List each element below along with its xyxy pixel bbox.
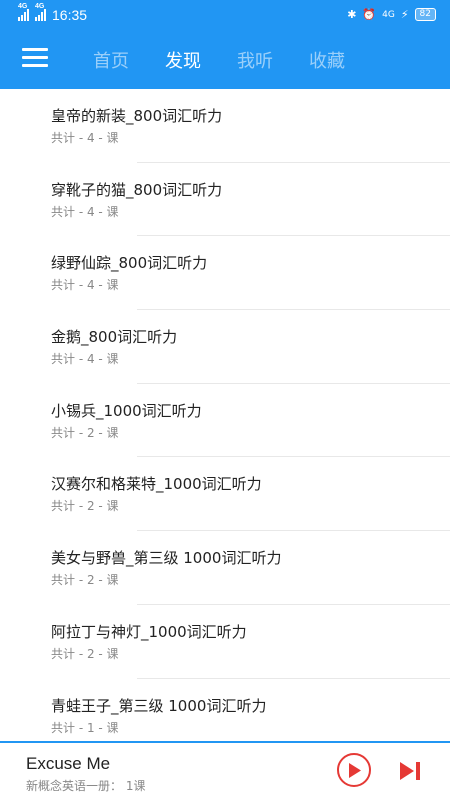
play-button[interactable] bbox=[337, 753, 371, 787]
play-icon bbox=[349, 763, 361, 778]
list-item[interactable]: 金鹅_800词汇听力 共计 - 4 - 课 bbox=[0, 310, 450, 384]
list-item[interactable]: 青蛙王子_第三级 1000词汇听力 共计 - 1 - 课 bbox=[0, 679, 450, 742]
item-title: 皇帝的新装_800词汇听力 bbox=[51, 107, 223, 125]
item-lesson-count: 共计 - 4 - 课 bbox=[51, 352, 119, 367]
nav-tabs: 首页 发现 我听 收藏 bbox=[93, 47, 345, 73]
item-lesson-count: 共计 - 2 - 课 bbox=[51, 646, 119, 661]
list-item[interactable]: 皇帝的新装_800词汇听力 共计 - 4 - 课 bbox=[0, 89, 450, 163]
menu-icon[interactable] bbox=[22, 48, 48, 68]
list-item[interactable]: 绿野仙踪_800词汇听力 共计 - 4 - 课 bbox=[0, 236, 450, 311]
item-title: 绿野仙踪_800词汇听力 bbox=[51, 254, 208, 273]
tab-discover[interactable]: 发现 bbox=[165, 47, 201, 73]
bluetooth-icon: ✱ bbox=[347, 8, 357, 21]
status-right: ✱ ⏰ 4G ⚡ 82 bbox=[347, 8, 436, 21]
item-title: 青蛙王子_第三级 1000词汇听力 bbox=[51, 696, 267, 715]
tab-home[interactable]: 首页 bbox=[93, 47, 129, 73]
status-bar: 4G 4G 16:35 ✱ ⏰ 4G ⚡ 82 bbox=[0, 0, 450, 30]
network-type-label: 4G bbox=[18, 3, 28, 10]
item-lesson-count: 共计 - 4 - 课 bbox=[51, 131, 119, 145]
tab-my-listening[interactable]: 我听 bbox=[237, 47, 273, 73]
item-lesson-count: 共计 - 4 - 课 bbox=[51, 278, 119, 293]
network-type-label: 4G bbox=[382, 9, 395, 20]
item-lesson-count: 共计 - 2 - 课 bbox=[51, 425, 119, 440]
item-lesson-count: 共计 - 1 - 课 bbox=[51, 720, 119, 735]
now-playing-title: Excuse Me bbox=[26, 754, 111, 773]
item-lesson-count: 共计 - 4 - 课 bbox=[51, 204, 119, 219]
item-title: 阿拉丁与神灯_1000词汇听力 bbox=[51, 622, 247, 641]
item-title: 穿靴子的猫_800词汇听力 bbox=[51, 180, 223, 199]
item-lesson-count: 共计 - 2 - 课 bbox=[51, 499, 119, 514]
item-title: 金鹅_800词汇听力 bbox=[51, 328, 178, 347]
tab-favorites[interactable]: 收藏 bbox=[309, 47, 345, 73]
next-button[interactable] bbox=[400, 761, 422, 781]
list-item[interactable]: 汉赛尔和格莱特_1000词汇听力 共计 - 2 - 课 bbox=[0, 457, 450, 532]
battery-icon: 82 bbox=[414, 8, 436, 21]
now-playing-meta: 新概念英语一册： 1课 bbox=[26, 779, 146, 793]
app-header: 4G 4G 16:35 ✱ ⏰ 4G ⚡ 82 首页 发现 我听 收藏 bbox=[0, 0, 450, 89]
item-title: 小锡兵_1000词汇听力 bbox=[51, 401, 202, 420]
status-left: 4G 4G 16:35 bbox=[18, 3, 88, 23]
course-list: 皇帝的新装_800词汇听力 共计 - 4 - 课 穿靴子的猫_800词汇听力 共… bbox=[0, 89, 450, 741]
skip-next-icon bbox=[400, 762, 420, 780]
item-lesson-count: 共计 - 2 - 课 bbox=[51, 573, 119, 588]
signal-icon: 4G bbox=[18, 3, 29, 21]
list-item[interactable]: 穿靴子的猫_800词汇听力 共计 - 4 - 课 bbox=[0, 163, 450, 237]
list-item[interactable]: 小锡兵_1000词汇听力 共计 - 2 - 课 bbox=[0, 384, 450, 458]
list-item[interactable]: 美女与野兽_第三级 1000词汇听力 共计 - 2 - 课 bbox=[0, 531, 450, 605]
charging-icon: ⚡ bbox=[400, 8, 409, 21]
list-item[interactable]: 阿拉丁与神灯_1000词汇听力 共计 - 2 - 课 bbox=[0, 605, 450, 679]
signal-icon: 4G bbox=[35, 3, 46, 21]
status-time: 16:35 bbox=[52, 7, 88, 23]
mini-player[interactable]: Excuse Me 新概念英语一册： 1课 bbox=[0, 741, 450, 802]
item-title: 美女与野兽_第三级 1000词汇听力 bbox=[51, 549, 282, 568]
top-nav: 首页 发现 我听 收藏 bbox=[0, 30, 450, 89]
item-title: 汉赛尔和格莱特_1000词汇听力 bbox=[51, 475, 262, 494]
alarm-icon: ⏰ bbox=[362, 8, 377, 21]
network-type-label: 4G bbox=[35, 3, 45, 10]
